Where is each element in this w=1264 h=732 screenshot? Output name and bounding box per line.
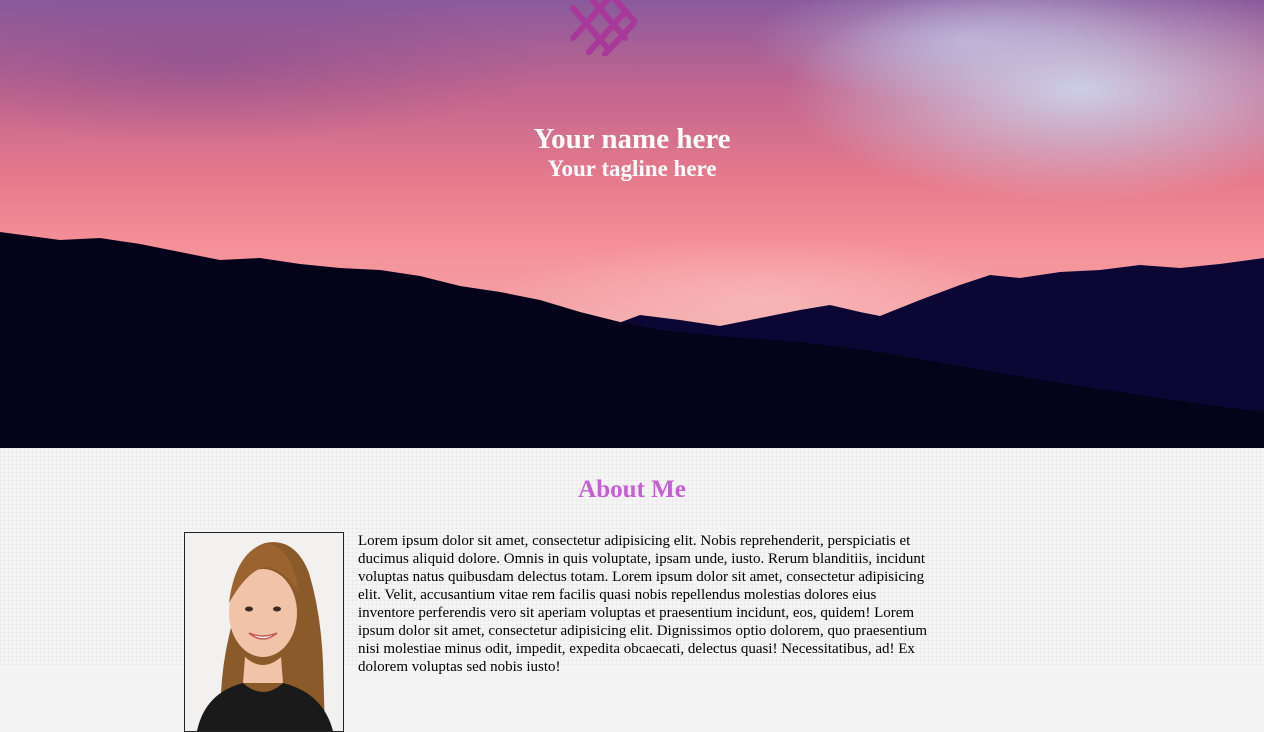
about-section: About Me Lorem ipsum dolor sit amet, con… (0, 448, 1264, 732)
crosshatch-logo-icon[interactable] (569, 0, 637, 56)
hero-tagline: Your tagline here (547, 156, 717, 181)
profile-photo (184, 532, 344, 732)
about-body-text: Lorem ipsum dolor sit amet, consectetur … (358, 533, 928, 675)
about-title: About Me (578, 476, 686, 503)
hero-name: Your name here (533, 123, 731, 155)
avatar (185, 533, 343, 731)
mountain-silhouette (0, 232, 1264, 448)
hero-banner: Your name here Your tagline here (0, 0, 1264, 448)
